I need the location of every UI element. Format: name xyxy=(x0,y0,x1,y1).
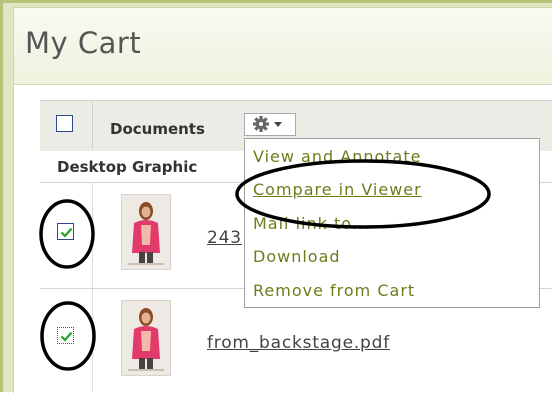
caret-down-icon xyxy=(274,122,282,127)
row-1-checkbox[interactable] xyxy=(57,223,74,240)
documents-header: Documents xyxy=(110,120,205,138)
page-title: My Cart xyxy=(25,26,142,60)
row-2-thumbnail[interactable] xyxy=(121,300,171,376)
menu-item-view-and-annotate[interactable]: View and Annotate xyxy=(253,147,421,166)
row-1-thumbnail[interactable] xyxy=(121,194,171,270)
check-icon xyxy=(60,227,73,238)
menu-item-mail-link[interactable]: Mail link to... xyxy=(253,214,370,233)
row-column-divider xyxy=(92,183,93,288)
row-2-checkbox[interactable] xyxy=(57,327,74,344)
menu-item-remove-from-cart[interactable]: Remove from Cart xyxy=(253,281,415,300)
header-column-divider xyxy=(92,101,93,149)
row-2-file-link[interactable]: from_backstage.pdf xyxy=(207,333,390,353)
select-all-checkbox[interactable] xyxy=(56,115,73,132)
menu-item-download[interactable]: Download xyxy=(253,247,341,266)
actions-menu-button[interactable] xyxy=(244,113,296,136)
check-icon xyxy=(60,331,73,342)
gear-icon xyxy=(253,116,282,132)
desktop-graphic-header: Desktop Graphic xyxy=(57,158,198,176)
photo-thumbnail-image xyxy=(122,301,170,375)
row-1-file-link[interactable]: 243 xyxy=(207,228,242,248)
photo-thumbnail-image xyxy=(122,195,170,269)
menu-item-compare-in-viewer[interactable]: Compare in Viewer xyxy=(253,180,422,199)
row-column-divider xyxy=(92,289,93,392)
